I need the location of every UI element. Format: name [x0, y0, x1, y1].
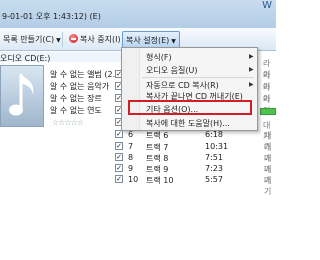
stop-rip-button[interactable]: 복사 중지(I) [66, 31, 124, 48]
create-playlist-button[interactable]: 목록 만들기(C) ▼ [0, 31, 64, 48]
stop-rip-label: 복사 중지(I) [80, 35, 121, 44]
track-length: 6:18 [205, 130, 223, 139]
track-number: 8 [128, 153, 134, 162]
track-checkbox[interactable]: ✓ [115, 153, 123, 161]
track-length: 7:23 [205, 164, 223, 173]
rip-progress-bar [260, 108, 276, 115]
submenu-arrow-icon: ▶ [249, 53, 254, 60]
create-playlist-label: 목록 만들기(C) [3, 35, 55, 44]
track-number: 9 [128, 164, 134, 173]
track-length: 10:31 [205, 142, 229, 151]
album-year[interactable]: 알 수 없는 연도 [50, 105, 102, 116]
track-number: 7 [128, 142, 134, 151]
track-checkbox[interactable]: ✓ [115, 142, 123, 150]
track-number: 6 [128, 130, 134, 139]
menu-item-audio-quality[interactable]: 오디오 음질(U) [146, 65, 197, 76]
right-column-text: 대기 [263, 121, 271, 141]
track-length: 7:51 [205, 153, 223, 162]
window-title: 9-01-01 오후 1:43:12) (E) [2, 12, 101, 21]
menu-divider [142, 77, 254, 78]
track-title: 트랙 8 [146, 154, 169, 163]
album-art[interactable] [0, 65, 44, 127]
album-artist[interactable]: 알 수 없는 음악가 [50, 81, 109, 92]
album-title[interactable]: 알 수 없는 앨범 (2... [50, 69, 120, 80]
track-checkbox[interactable]: ✓ [115, 175, 123, 183]
track-status: 대기 [264, 176, 272, 196]
menu-item-more-options[interactable]: 기타 옵션(O)... [146, 104, 198, 115]
submenu-arrow-icon: ▶ [249, 66, 254, 73]
rip-settings-label: 복사 설정(E) [126, 36, 170, 45]
toolbar-divider [62, 32, 63, 47]
track-title: 트랙 6 [146, 131, 169, 140]
rip-settings-button[interactable]: 복사 설정(E) ▼ [122, 31, 180, 48]
menu-item-format[interactable]: 형식(F) [146, 52, 172, 63]
stop-icon [69, 34, 78, 43]
menu-item-auto-rip[interactable]: 자동으로 CD 복사(R) [146, 80, 219, 91]
chevron-down-icon: ▼ [56, 37, 61, 44]
track-title: 트랙 7 [146, 143, 169, 152]
music-note-icon [9, 74, 34, 116]
window-title-letter: W [262, 0, 272, 11]
drive-label: 오디오 CD(E:) [0, 54, 51, 63]
chevron-down-icon: ▼ [171, 38, 176, 45]
rip-settings-menu: 형식(F) ▶ 오디오 음질(U) ▶ 자동으로 CD 복사(R) ▶ 복사가 … [121, 47, 258, 131]
title-bar: 9-01-01 오후 1:43:12) (E) W [0, 0, 276, 28]
track-length: 5:57 [205, 175, 223, 184]
album-genre[interactable]: 알 수 없는 장르 [50, 93, 102, 104]
track-title: 트랙 9 [146, 165, 169, 174]
track-number: 10 [128, 175, 139, 184]
track-checkbox[interactable]: ✓ [115, 130, 123, 138]
track-checkbox[interactable]: ✓ [115, 164, 123, 172]
track-title: 트랙 10 [146, 176, 174, 185]
menu-gutter [122, 48, 140, 130]
rating-stars[interactable]: ☆☆☆☆☆ [52, 118, 84, 127]
menu-item-rip-help[interactable]: 복사에 대한 도움말(H)... [146, 118, 230, 129]
submenu-arrow-icon: ▶ [249, 81, 254, 88]
